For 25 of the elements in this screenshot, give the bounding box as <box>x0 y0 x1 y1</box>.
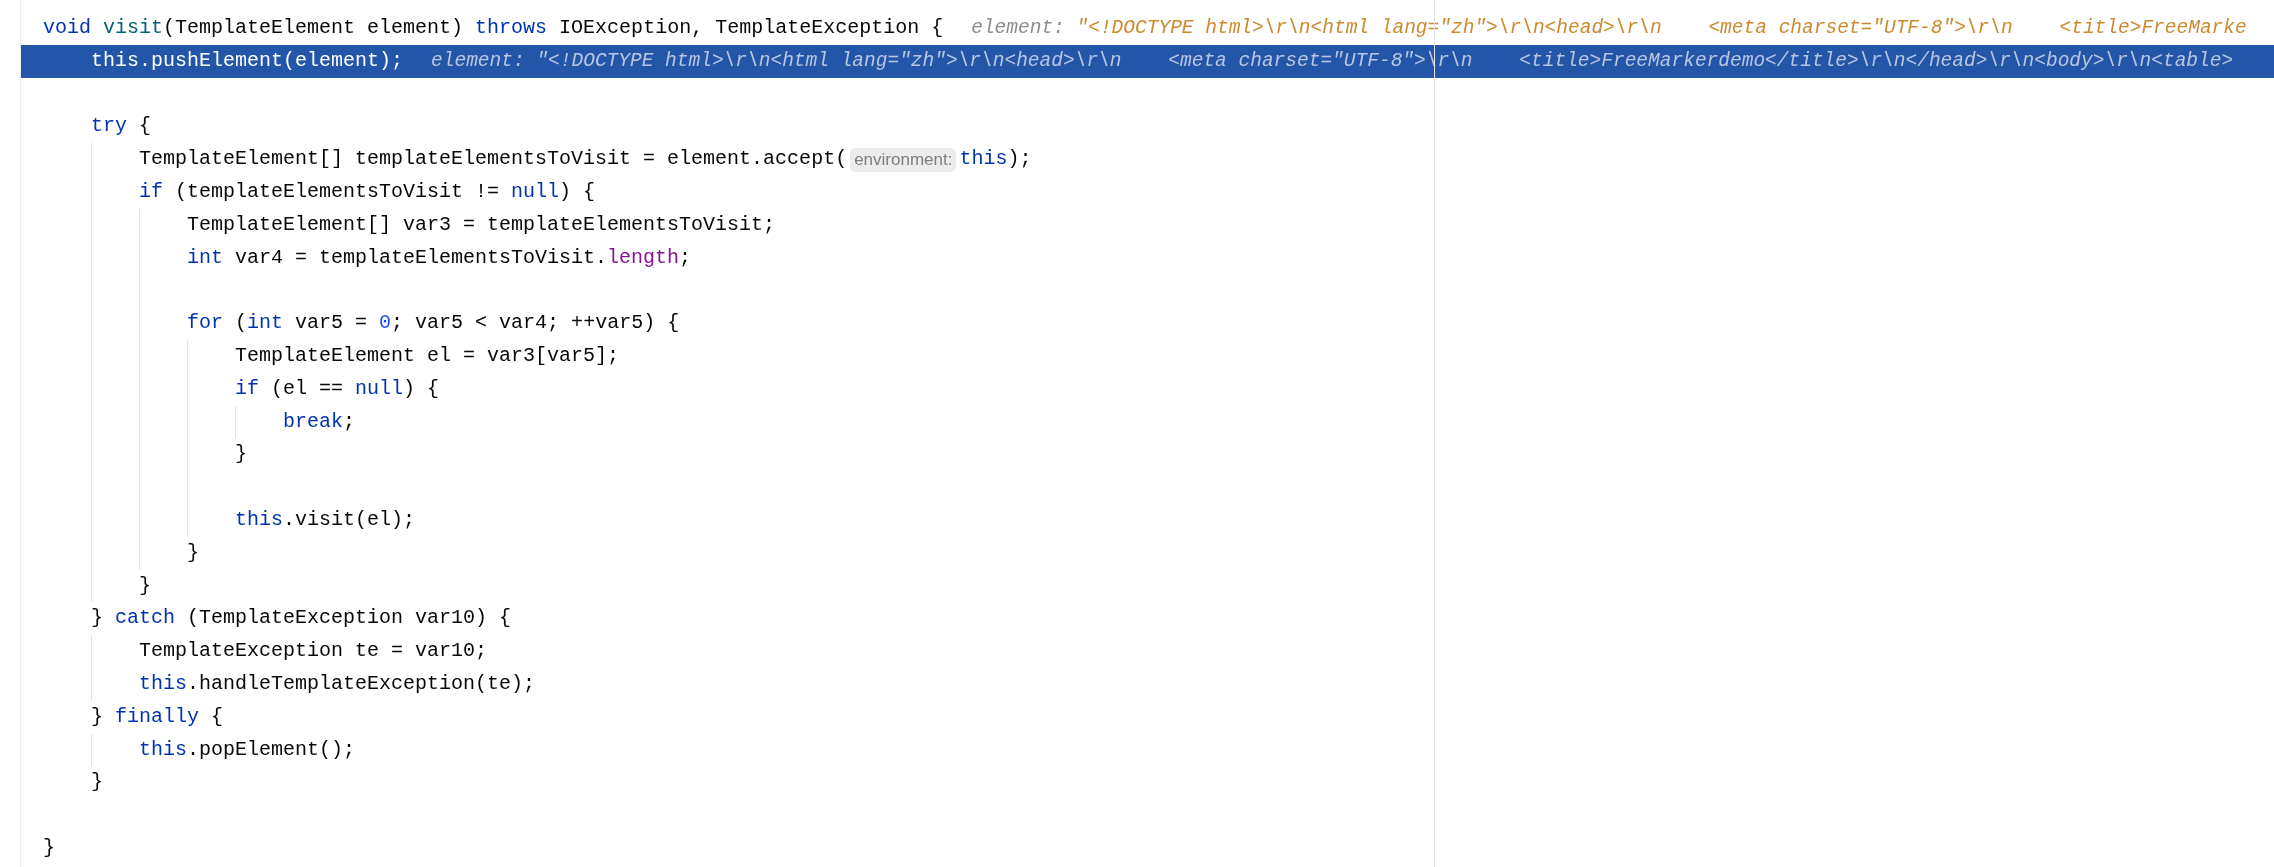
inlay-hint: element: "<!DOCTYPE html>\r\n<html lang="zh">\r\n<head>\r\n <meta charset="UTF-8">\r\n <title>FreeMarke <box>971 16 2247 41</box>
code-text: for (int var5 = 0; var5 < var4; ++var5) { <box>187 310 680 337</box>
code-text: } <box>91 769 103 796</box>
code-text: } <box>139 572 152 599</box>
code-text: TemplateElement[] var3 = templateElementsToVisit; <box>187 211 776 238</box>
code-text: int var4 = templateElementsToVisit.length; <box>187 244 692 271</box>
code-text: } <box>187 539 200 566</box>
code-text: } <box>235 441 248 468</box>
code-text: } finally { <box>91 703 224 730</box>
code-text: if (el == null) { <box>235 375 440 402</box>
code-text: } <box>43 834 55 861</box>
code-text: void visit(TemplateElement element) throws IOException, TemplateException { <box>43 15 944 41</box>
code-text: TemplateElement el = var3[var5]; <box>235 342 620 369</box>
parameter-hint: environment: <box>850 147 957 172</box>
code-text: } catch (TemplateException var10) { <box>91 605 512 632</box>
code-text: this.popElement(); <box>139 736 356 763</box>
code-text: this); <box>959 146 1032 173</box>
code-text: this.pushElement(element); <box>91 47 404 74</box>
code-text: this.handleTemplateException(te); <box>139 670 536 697</box>
code-text: TemplateException te = var10; <box>139 638 488 665</box>
code-text: break; <box>283 408 356 435</box>
code-text: if (templateElementsToVisit != null) { <box>139 179 596 205</box>
code-text: TemplateElement[] templateElementsToVisit = element.accept( <box>139 146 848 173</box>
code-text: try { <box>91 113 152 140</box>
code-text: this.visit(el); <box>235 506 416 533</box>
